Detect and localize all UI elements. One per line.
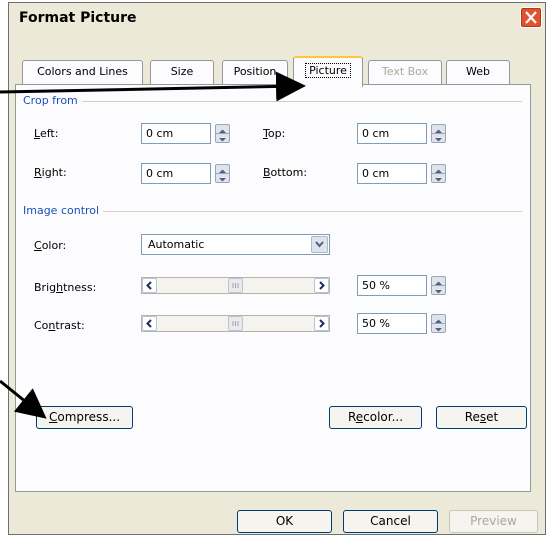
crop-left-label: Left: [34, 127, 59, 140]
spin-up-icon[interactable] [432, 277, 445, 286]
brightness-input[interactable]: 50 % [357, 275, 427, 296]
close-icon [525, 11, 537, 24]
tab-web[interactable]: Web [446, 60, 510, 84]
color-label: Color: [34, 239, 67, 252]
contrast-spinner[interactable] [431, 314, 446, 333]
compress-button[interactable]: Compress... [36, 406, 133, 429]
spin-down-icon[interactable] [216, 134, 229, 142]
contrast-slider[interactable] [141, 315, 330, 332]
crop-group-label: Crop from [23, 94, 82, 107]
ok-button[interactable]: OK [237, 510, 332, 533]
crop-bottom-spinner[interactable] [431, 164, 446, 183]
color-dropdown[interactable]: Automatic [141, 234, 330, 255]
spin-down-icon[interactable] [432, 286, 445, 294]
title-bar[interactable]: Format Picture [9, 3, 545, 33]
tab-size[interactable]: Size [150, 60, 214, 84]
crop-right-spinner[interactable] [215, 164, 230, 183]
crop-group-divider [24, 101, 522, 102]
dropdown-arrow-icon[interactable] [311, 236, 328, 253]
close-button[interactable] [520, 7, 542, 28]
tab-position[interactable]: Position [222, 60, 288, 84]
contrast-input[interactable]: 50 % [357, 313, 427, 334]
scroll-left-icon[interactable] [142, 278, 157, 293]
spin-up-icon[interactable] [432, 165, 445, 174]
cancel-button[interactable]: Cancel [343, 510, 438, 533]
spin-up-icon[interactable] [432, 125, 445, 134]
spin-down-icon[interactable] [432, 174, 445, 182]
spin-down-icon[interactable] [432, 324, 445, 332]
crop-top-spinner[interactable] [431, 124, 446, 143]
scroll-right-icon[interactable] [314, 316, 329, 331]
image-control-group-label: Image control [23, 204, 104, 217]
spin-down-icon[interactable] [432, 134, 445, 142]
tab-picture[interactable]: Picture [293, 56, 363, 87]
spin-up-icon[interactable] [216, 165, 229, 174]
scroll-left-icon[interactable] [142, 316, 157, 331]
scroll-right-icon[interactable] [314, 278, 329, 293]
color-dropdown-value: Automatic [148, 238, 205, 251]
crop-left-spinner[interactable] [215, 124, 230, 143]
brightness-spinner[interactable] [431, 276, 446, 295]
crop-bottom-label: Bottom: [263, 166, 308, 179]
crop-top-input[interactable]: 0 cm [357, 123, 427, 144]
spin-down-icon[interactable] [216, 174, 229, 182]
contrast-label: Contrast: [34, 319, 85, 332]
spin-up-icon[interactable] [216, 125, 229, 134]
tab-text-box: Text Box [368, 60, 442, 84]
reset-button[interactable]: Reset [436, 406, 527, 429]
brightness-label: Brightness: [34, 281, 97, 294]
crop-bottom-input[interactable]: 0 cm [357, 163, 427, 184]
spin-up-icon[interactable] [432, 315, 445, 324]
preview-button: Preview [449, 510, 538, 533]
window-title: Format Picture [19, 10, 137, 26]
brightness-slider[interactable] [141, 277, 330, 294]
slider-thumb-icon[interactable] [228, 278, 243, 293]
crop-top-label: Top: [263, 127, 286, 140]
tab-colors-and-lines[interactable]: Colors and Lines [22, 60, 143, 84]
crop-right-label: Right: [34, 166, 67, 179]
crop-left-input[interactable]: 0 cm [141, 123, 211, 144]
slider-thumb-icon[interactable] [228, 316, 243, 331]
crop-right-input[interactable]: 0 cm [141, 163, 211, 184]
tab-picture-label: Picture [305, 63, 351, 78]
recolor-button[interactable]: Recolor... [329, 406, 422, 429]
picture-tab-panel: Crop from Left: 0 cm Top: 0 cm Right: 0 … [15, 84, 531, 492]
